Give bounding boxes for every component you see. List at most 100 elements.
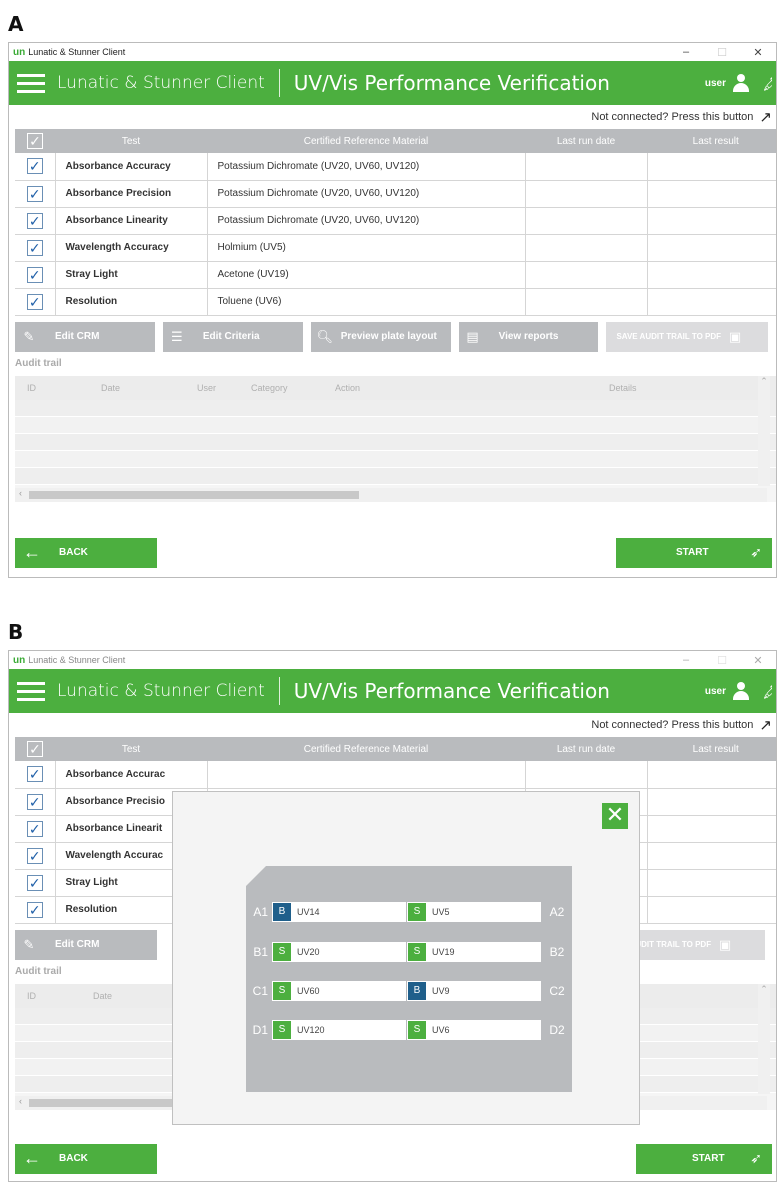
row-checkbox[interactable]: ✓ bbox=[26, 158, 43, 175]
panel-label-b: B bbox=[8, 620, 24, 644]
plug-icon[interactable]: 🖋 bbox=[762, 681, 772, 701]
row-checkbox[interactable]: ✓ bbox=[26, 901, 43, 918]
list-item bbox=[15, 416, 776, 434]
window-title: Lunatic & Stunner Client bbox=[28, 655, 126, 665]
scroll-thumb[interactable] bbox=[29, 490, 359, 499]
row-checkbox[interactable]: ✓ bbox=[26, 212, 43, 229]
last-result-cell bbox=[647, 815, 776, 843]
connect-arrow-icon[interactable]: ↗ bbox=[759, 108, 772, 126]
back-button[interactable]: ← BACK bbox=[15, 537, 157, 568]
row-check-cell: ✓ bbox=[15, 153, 56, 181]
well-label: UV5 bbox=[432, 907, 450, 917]
close-dialog-button[interactable]: ✕ bbox=[602, 803, 628, 829]
well-label: UV14 bbox=[297, 907, 320, 917]
window-title: Lunatic & Stunner Client bbox=[28, 47, 126, 57]
rocket-icon: ➶ bbox=[750, 544, 762, 560]
minimize-button[interactable]: – bbox=[668, 654, 704, 667]
table-row[interactable]: ✓ Absorbance Linearity Potassium Dichrom… bbox=[15, 207, 776, 235]
back-button[interactable]: ← BACK bbox=[15, 1143, 157, 1174]
row-check-cell: ✓ bbox=[15, 761, 56, 789]
close-window-button[interactable]: ✕ bbox=[740, 654, 776, 667]
page-title: UV/Vis Performance Verification bbox=[293, 71, 610, 95]
col-last-run: Last run date bbox=[525, 129, 647, 153]
list-item bbox=[15, 399, 776, 417]
last-result-cell bbox=[647, 761, 776, 789]
row-checkbox[interactable]: ✓ bbox=[26, 874, 43, 891]
close-window-button[interactable]: ✕ bbox=[740, 46, 776, 59]
edit-criteria-button[interactable]: ☰ Edit Criteria bbox=[162, 321, 303, 352]
edit-criteria-label: Edit Criteria bbox=[202, 331, 260, 342]
row-checkbox[interactable]: ✓ bbox=[26, 266, 43, 283]
last-result-cell bbox=[647, 261, 776, 289]
row-checkbox[interactable]: ✓ bbox=[26, 793, 43, 810]
sample-tag: S bbox=[408, 903, 426, 921]
app-window-b: un Lunatic & Stunner Client – ☐ ✕ Lunati… bbox=[8, 650, 777, 1182]
title-bar: un Lunatic & Stunner Client – ☐ ✕ bbox=[9, 651, 776, 669]
position-label: C2 bbox=[549, 984, 565, 998]
horizontal-scrollbar[interactable]: ‹ bbox=[15, 487, 767, 502]
test-name: Absorbance Accuracy bbox=[55, 153, 208, 181]
table-row[interactable]: ✓ Absorbance Precision Potassium Dichrom… bbox=[15, 180, 776, 208]
plate-row-c: C1 S UV60 B UV9 C2 bbox=[246, 981, 572, 1001]
edit-crm-button[interactable]: ✎ Edit CRM bbox=[15, 321, 155, 352]
position-label: A1 bbox=[253, 905, 268, 919]
view-reports-label: View reports bbox=[498, 331, 559, 342]
row-checkbox[interactable]: ✓ bbox=[26, 293, 43, 310]
start-label: START bbox=[692, 1153, 725, 1164]
window-controls: – ☐ ✕ bbox=[668, 654, 776, 667]
save-audit-pdf-button[interactable]: SAVE AUDIT TRAIL TO PDF ▣ bbox=[606, 321, 768, 352]
start-label: START bbox=[676, 547, 709, 558]
edit-crm-label: Edit CRM bbox=[55, 331, 100, 342]
plate-diagram: A1 B UV14 S UV5 A2 B1 S UV20 S UV19 B2 C1 SU… bbox=[246, 866, 572, 1092]
menu-icon[interactable] bbox=[17, 69, 45, 98]
start-button[interactable]: START ➶ bbox=[636, 1143, 772, 1174]
select-all-checkbox[interactable]: ✓ bbox=[27, 741, 43, 757]
list-item bbox=[15, 450, 776, 468]
last-run-cell bbox=[525, 288, 648, 316]
edit-document-icon: ✎ bbox=[23, 936, 35, 952]
col-last-result: Last result bbox=[647, 737, 776, 761]
plate-well: S UV20 bbox=[272, 942, 406, 962]
select-all-checkbox[interactable]: ✓ bbox=[27, 133, 43, 149]
row-checkbox[interactable]: ✓ bbox=[26, 766, 43, 783]
plug-icon[interactable]: 🖋 bbox=[762, 73, 772, 93]
back-label: BACK bbox=[59, 547, 88, 558]
table-row[interactable]: ✓ Stray Light Acetone (UV19) bbox=[15, 261, 776, 289]
vertical-scrollbar[interactable]: ⌃ bbox=[758, 375, 770, 486]
back-label: BACK bbox=[59, 1153, 88, 1164]
start-button[interactable]: START ➶ bbox=[616, 537, 772, 568]
last-result-cell bbox=[647, 896, 776, 924]
row-checkbox[interactable]: ✓ bbox=[26, 847, 43, 864]
minimize-button[interactable]: – bbox=[668, 46, 704, 59]
last-result-cell bbox=[647, 788, 776, 816]
table-row[interactable]: ✓ Absorbance Accuracy Potassium Dichroma… bbox=[15, 153, 776, 181]
position-label: B1 bbox=[253, 945, 268, 959]
audit-header: ID Date User Category Action Details bbox=[15, 375, 776, 400]
last-run-cell bbox=[525, 153, 648, 181]
row-checkbox[interactable]: ✓ bbox=[26, 239, 43, 256]
position-label: D1 bbox=[252, 1023, 268, 1037]
last-run-cell bbox=[525, 234, 648, 262]
view-reports-button[interactable]: ▤ View reports bbox=[458, 321, 599, 352]
table-row[interactable]: ✓ Wavelength Accuracy Holmium (UV5) bbox=[15, 234, 776, 262]
user-area[interactable]: user 🖋 bbox=[705, 681, 772, 701]
maximize-button[interactable]: ☐ bbox=[704, 654, 740, 667]
maximize-button[interactable]: ☐ bbox=[704, 46, 740, 59]
edit-crm-button[interactable]: ✎ Edit CRM bbox=[15, 929, 157, 960]
row-checkbox[interactable]: ✓ bbox=[26, 185, 43, 202]
user-area[interactable]: user 🖋 bbox=[705, 73, 772, 93]
test-name: Absorbance Precision bbox=[55, 180, 208, 208]
col-test: Test bbox=[55, 129, 207, 153]
audit-rows bbox=[15, 399, 776, 485]
footer: ← BACK START ➶ bbox=[15, 1143, 776, 1174]
row-checkbox[interactable]: ✓ bbox=[26, 820, 43, 837]
preview-plate-button[interactable]: 🔍︎ Preview plate layout bbox=[310, 321, 451, 352]
audit-col-date: Date bbox=[93, 990, 113, 1001]
connect-arrow-icon[interactable]: ↗ bbox=[759, 716, 772, 734]
app-header: Lunatic & Stunner Client UV/Vis Performa… bbox=[9, 669, 776, 713]
menu-icon[interactable] bbox=[17, 677, 45, 706]
audit-col-details: Details bbox=[609, 382, 637, 393]
table-row[interactable]: ✓ Resolution Toluene (UV6) bbox=[15, 288, 776, 316]
vertical-scrollbar[interactable]: ⌃ bbox=[758, 983, 770, 1094]
table-row[interactable]: ✓ Absorbance Accurac bbox=[15, 761, 776, 789]
